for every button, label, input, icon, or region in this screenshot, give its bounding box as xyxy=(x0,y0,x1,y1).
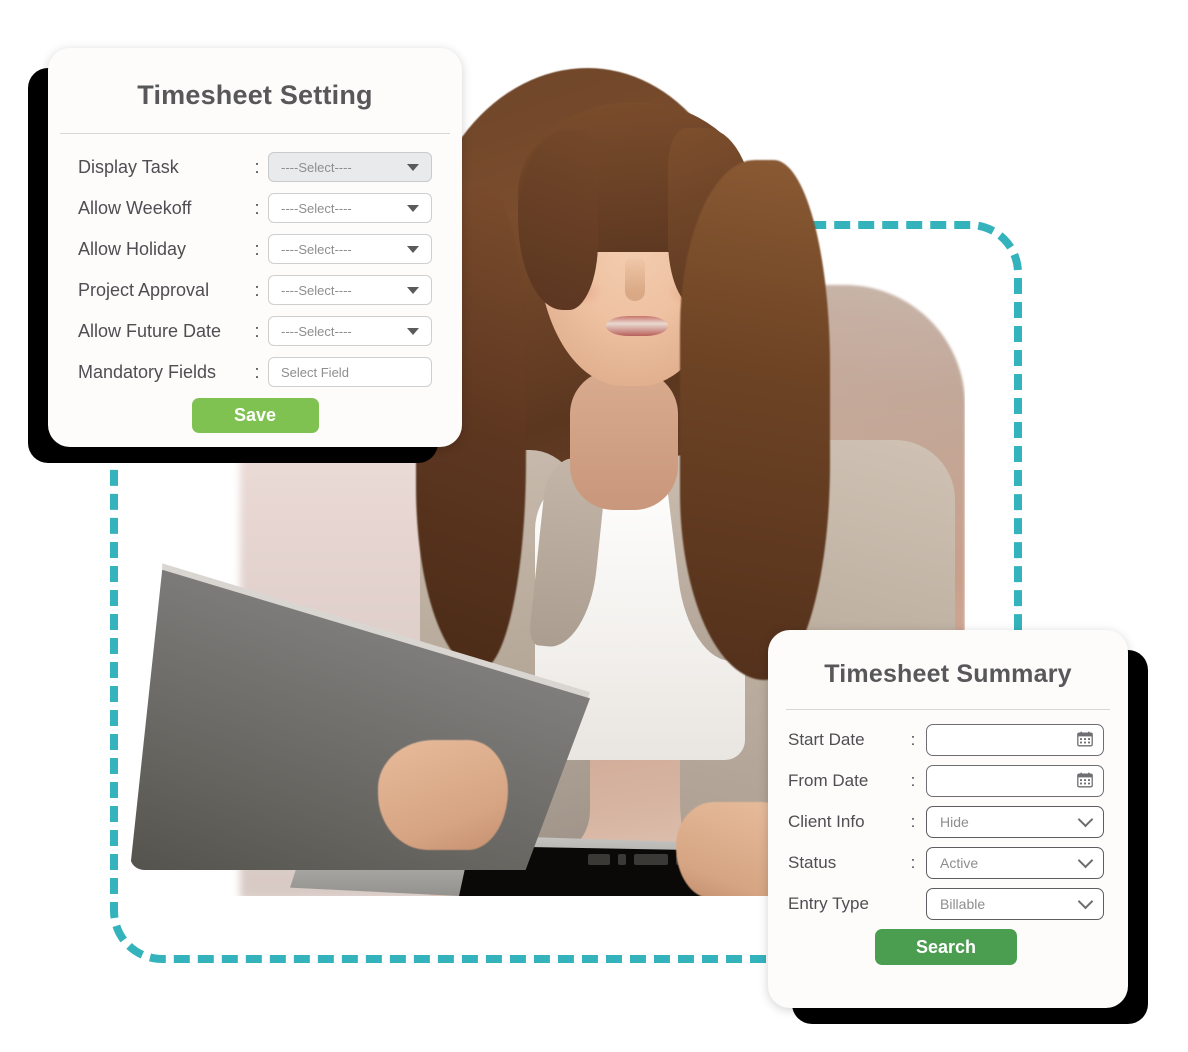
label-display-task: Display Task xyxy=(78,156,179,177)
label-status: Status xyxy=(788,853,837,872)
colon-status: : xyxy=(910,853,916,872)
select-client-info-value: Hide xyxy=(940,814,969,830)
select-client-info[interactable]: Hide xyxy=(926,806,1104,838)
colon-allow-holiday: : xyxy=(254,238,260,259)
neck xyxy=(570,370,678,510)
input-mandatory-fields[interactable]: Select Field xyxy=(268,357,432,387)
select-allow-future-date-value: ----Select---- xyxy=(281,323,352,339)
select-allow-weekoff[interactable]: ----Select---- xyxy=(268,193,432,223)
label-mandatory-fields: Mandatory Fields xyxy=(78,361,217,382)
chevron-down-icon[interactable] xyxy=(407,164,419,171)
colon-display-task: : xyxy=(254,156,260,177)
select-allow-future-date[interactable]: ----Select---- xyxy=(268,316,432,346)
nose xyxy=(625,255,645,301)
hair-strand-right xyxy=(680,160,830,680)
select-project-approval[interactable]: ----Select---- xyxy=(268,275,432,305)
chevron-down-icon[interactable] xyxy=(1077,811,1094,828)
search-button[interactable]: Search xyxy=(875,929,1017,965)
timesheet-setting-card: Timesheet Setting Display Task : ----Sel… xyxy=(48,48,462,447)
hand-left xyxy=(378,740,508,850)
colon-start-date: : xyxy=(910,730,916,749)
form-row-mandatory-fields: Mandatory Fields : Select Field xyxy=(78,357,432,387)
label-client-info: Client Info xyxy=(788,812,865,831)
form-row-client-info: Client Info : Hide xyxy=(788,806,1104,838)
save-button-container: Save xyxy=(78,398,432,433)
select-entry-type[interactable]: Billable xyxy=(926,888,1104,920)
label-entry-type: Entry Type xyxy=(788,894,869,913)
select-entry-type-value: Billable xyxy=(940,896,986,912)
form-row-allow-holiday: Allow Holiday : ----Select---- xyxy=(78,234,432,264)
colon-client-info: : xyxy=(910,812,916,831)
form-row-allow-weekoff: Allow Weekoff : ----Select---- xyxy=(78,193,432,223)
chevron-down-icon[interactable] xyxy=(407,246,419,253)
calendar-icon[interactable] xyxy=(1077,772,1093,790)
label-from-date: From Date xyxy=(788,771,869,790)
form-row-start-date: Start Date : xyxy=(788,724,1104,756)
hero-composition: Timesheet Setting Display Task : ----Sel… xyxy=(0,0,1188,1052)
colon-allow-future-date: : xyxy=(254,320,260,341)
form-row-entry-type: Entry Type Billable xyxy=(788,888,1104,920)
chevron-down-icon[interactable] xyxy=(407,287,419,294)
label-allow-weekoff: Allow Weekoff xyxy=(78,197,192,218)
colon-mandatory-fields: : xyxy=(254,361,260,382)
label-start-date: Start Date xyxy=(788,730,865,749)
form-row-display-task: Display Task : ----Select---- xyxy=(78,152,432,182)
chevron-down-icon[interactable] xyxy=(1077,893,1094,910)
select-status-value: Active xyxy=(940,855,979,871)
timesheet-summary-form: Start Date : From Date: Client Info: H… xyxy=(768,710,1128,965)
input-from-date[interactable] xyxy=(926,765,1104,797)
search-button-container: Search xyxy=(788,929,1104,965)
label-project-approval: Project Approval xyxy=(78,279,210,300)
form-row-allow-future-date: Allow Future Date : ----Select---- xyxy=(78,316,432,346)
save-button[interactable]: Save xyxy=(191,398,319,433)
select-allow-holiday-value: ----Select---- xyxy=(281,241,352,257)
select-allow-weekoff-value: ----Select---- xyxy=(281,200,352,216)
timesheet-summary-title: Timesheet Summary xyxy=(824,660,1072,688)
input-mandatory-fields-placeholder: Select Field xyxy=(281,364,349,380)
select-allow-holiday[interactable]: ----Select---- xyxy=(268,234,432,264)
label-allow-future-date: Allow Future Date xyxy=(78,320,222,341)
calendar-icon[interactable] xyxy=(1077,731,1093,749)
mouth xyxy=(606,316,668,336)
colon-from-date: : xyxy=(910,771,916,790)
select-status[interactable]: Active xyxy=(926,847,1104,879)
select-display-task[interactable]: ----Select---- xyxy=(268,152,432,182)
chevron-down-icon[interactable] xyxy=(1077,852,1094,869)
colon-allow-weekoff: : xyxy=(254,197,260,218)
timesheet-setting-title: Timesheet Setting xyxy=(137,80,373,110)
form-row-from-date: From Date : xyxy=(788,765,1104,797)
chevron-down-icon[interactable] xyxy=(407,328,419,335)
form-row-status: Status : Active xyxy=(788,847,1104,879)
timesheet-setting-form: Display Task : ----Select---- Allow Week… xyxy=(48,134,462,433)
form-row-project-approval: Project Approval : ----Select---- xyxy=(78,275,432,305)
input-start-date[interactable] xyxy=(926,724,1104,756)
chevron-down-icon[interactable] xyxy=(407,205,419,212)
select-project-approval-value: ----Select---- xyxy=(281,282,352,298)
colon-project-approval: : xyxy=(254,279,260,300)
label-allow-holiday: Allow Holiday xyxy=(78,238,187,259)
select-display-task-value: ----Select---- xyxy=(281,159,352,175)
timesheet-summary-card: Timesheet Summary Start Date : From Date… xyxy=(768,630,1128,1008)
